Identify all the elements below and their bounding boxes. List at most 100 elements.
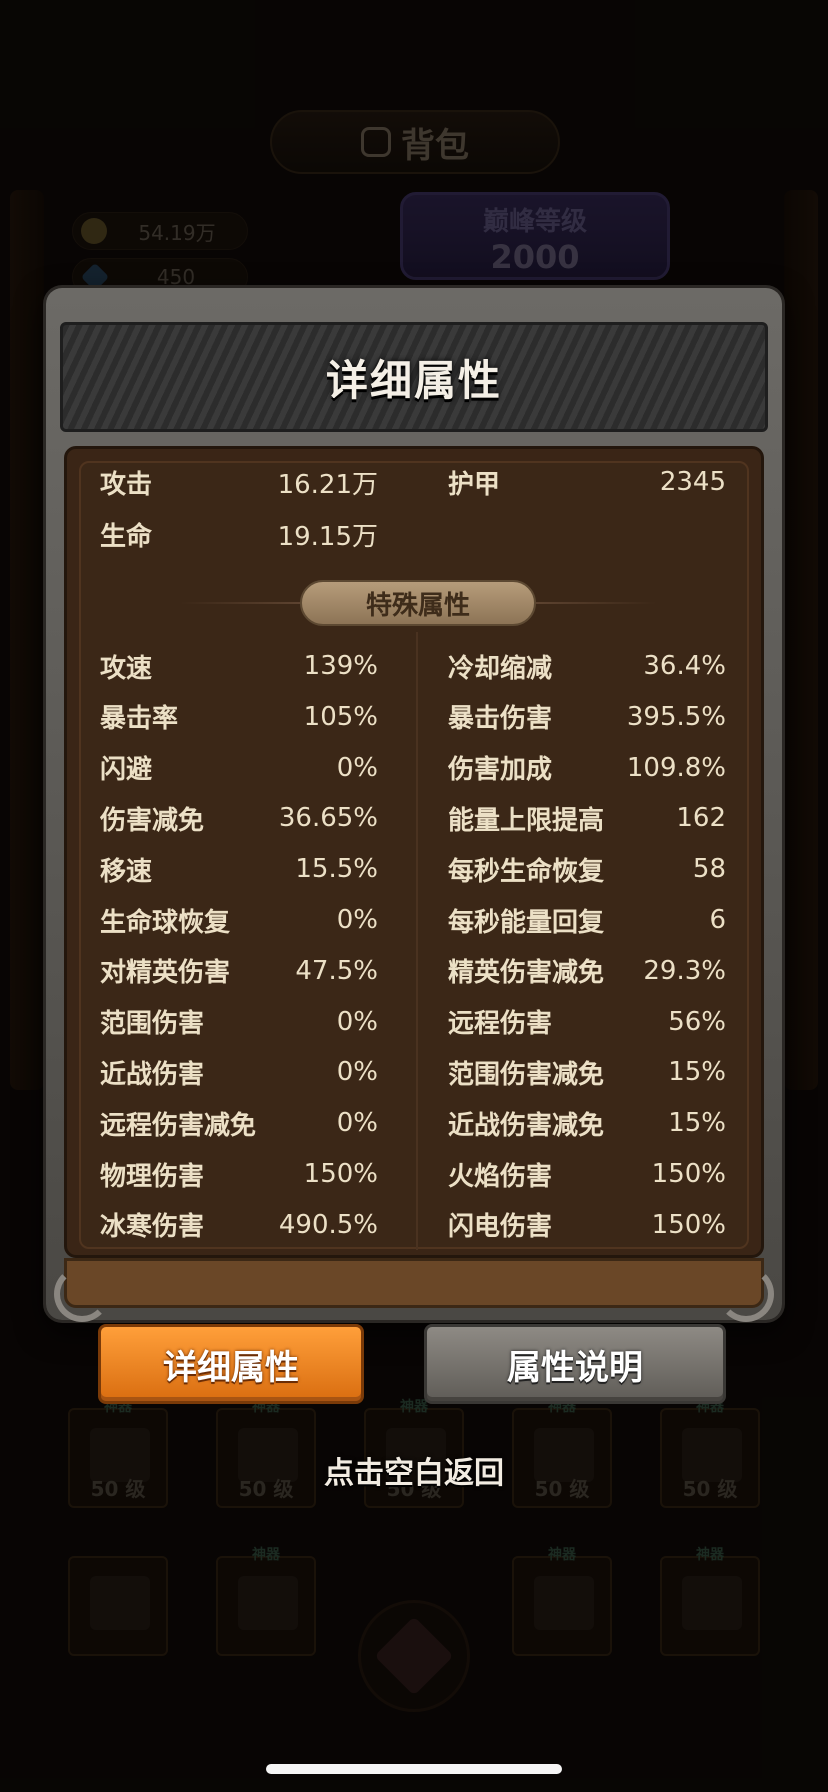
stat-value: 109.8% xyxy=(626,752,726,783)
stat-label: 物理伤害 xyxy=(100,1161,205,1192)
stat-value: 36.4% xyxy=(643,651,726,681)
stat-value: 47.5% xyxy=(295,955,378,986)
stat-value: 490.5% xyxy=(278,1209,378,1240)
stat-value: 0% xyxy=(336,752,378,783)
stat-value: 2345 xyxy=(659,467,726,497)
special-stat-row: 远程伤害减免 0% xyxy=(100,1103,378,1143)
special-stat-row: 冰寒伤害 490.5% xyxy=(100,1205,378,1245)
peak-level-value: 2000 xyxy=(490,238,580,276)
stat-value: 0% xyxy=(336,1057,378,1088)
frame-right-border xyxy=(784,190,818,1090)
stat-label: 闪电伤害 xyxy=(448,1212,553,1243)
stat-value: 19.15万 xyxy=(277,521,378,552)
peak-level-label: 巅峰等级 xyxy=(482,207,587,237)
peak-level-badge: 巅峰等级 2000 xyxy=(400,192,670,280)
item-slot[interactable] xyxy=(68,1556,168,1656)
special-stat-row: 火焰伤害 150% xyxy=(448,1154,726,1194)
stat-label: 冰寒伤害 xyxy=(100,1212,205,1243)
stat-value: 150% xyxy=(651,1209,726,1240)
stat-value: 36.65% xyxy=(278,803,378,834)
special-stat-row: 伤害减免 36.65% xyxy=(100,798,378,838)
tab-attribute-explanation[interactable]: 属性说明 xyxy=(424,1324,726,1404)
modal-title: 详细属性 xyxy=(325,355,502,405)
special-stat-row: 攻速 139% xyxy=(100,646,378,686)
item-slot[interactable]: 神器 xyxy=(660,1547,760,1656)
coin-icon xyxy=(81,218,107,244)
special-stat-row: 近战伤害 0% xyxy=(100,1052,378,1092)
stat-value: 0% xyxy=(336,905,378,935)
stat-label: 远程伤害 xyxy=(448,1009,553,1040)
stat-label: 火焰伤害 xyxy=(448,1161,553,1192)
stat-label: 近战伤害减免 xyxy=(448,1110,605,1141)
stat-value: 150% xyxy=(651,1159,726,1189)
item-tag: 神器 xyxy=(696,1547,724,1563)
book-icon xyxy=(682,1576,742,1630)
stat-value: 15.5% xyxy=(295,854,378,885)
special-stat-row: 精英伤害减免 29.3% xyxy=(448,951,726,991)
bag-icon xyxy=(361,127,391,157)
special-stat-row: 生命球恢复 0% xyxy=(100,900,378,940)
special-stat-row: 范围伤害减免 15% xyxy=(448,1052,726,1092)
stat-value: 162 xyxy=(676,803,726,834)
book-icon xyxy=(534,1576,594,1630)
special-stat-row: 范围伤害 0% xyxy=(100,1002,378,1042)
stat-label: 暴击伤害 xyxy=(448,704,553,735)
stat-label: 冷却缩减 xyxy=(448,653,553,684)
item-tag: 神器 xyxy=(548,1547,576,1563)
stat-label: 生命球恢复 xyxy=(100,907,231,938)
stat-value: 29.3% xyxy=(643,955,726,986)
special-stat-row: 物理伤害 150% xyxy=(100,1154,378,1194)
stat-label: 能量上限提高 xyxy=(448,805,605,836)
special-stat-row: 移速 15.5% xyxy=(100,849,378,889)
item-tag: 神器 xyxy=(252,1547,280,1563)
special-stat-row: 暴击率 105% xyxy=(100,697,378,737)
stat-value: 56% xyxy=(668,1006,726,1037)
special-stat-row: 闪电伤害 150% xyxy=(448,1205,726,1245)
stat-label: 范围伤害减免 xyxy=(448,1059,605,1090)
stat-label: 每秒能量回复 xyxy=(448,907,605,938)
corner-ornament-icon xyxy=(54,1266,110,1322)
stat-label: 精英伤害减免 xyxy=(448,958,605,989)
special-stat-row: 远程伤害 56% xyxy=(448,1002,726,1042)
stat-value: 58 xyxy=(692,854,726,885)
column-divider xyxy=(416,632,418,1250)
special-stat-row: 近战伤害减免 15% xyxy=(448,1103,726,1143)
special-stat-row: 每秒生命恢复 58 xyxy=(448,849,726,889)
stat-value: 395.5% xyxy=(626,701,726,732)
stat-attack: 攻击 16.21万 xyxy=(100,462,378,502)
stat-label: 对精英伤害 xyxy=(100,958,231,989)
special-attributes-title: 特殊属性 xyxy=(365,590,470,621)
stat-label: 护甲 xyxy=(448,469,501,500)
coin-counter: 54.19万 xyxy=(72,212,248,250)
special-stat-row: 冷却缩减 36.4% xyxy=(448,646,726,686)
armor-icon xyxy=(238,1576,298,1630)
stat-value: 150% xyxy=(303,1159,378,1189)
corner-ornament-icon xyxy=(718,1266,774,1322)
stat-label: 暴击率 xyxy=(100,704,179,735)
stat-label: 攻击 xyxy=(100,469,153,500)
special-stat-row: 对精英伤害 47.5% xyxy=(100,951,378,991)
panel-footer xyxy=(64,1258,764,1308)
stat-value: 15% xyxy=(668,1108,726,1139)
bag-title: 背包 xyxy=(401,125,469,166)
item-slot[interactable]: 神器 xyxy=(512,1547,612,1656)
stat-value: 15% xyxy=(668,1057,726,1088)
modal-header: 详细属性 xyxy=(60,322,768,432)
stat-value: 139% xyxy=(303,651,378,681)
bag-title-bar: 背包 xyxy=(270,110,560,174)
tap-blank-to-return-hint: 点击空白返回 xyxy=(324,1456,504,1491)
tab-detail-attributes[interactable]: 详细属性 xyxy=(98,1324,364,1404)
special-stat-row: 闪避 0% xyxy=(100,748,378,788)
divider-line xyxy=(180,602,300,604)
stat-hp: 生命 19.15万 xyxy=(100,514,378,554)
item-slot[interactable]: 神器 xyxy=(216,1547,316,1656)
stat-label: 远程伤害减免 xyxy=(100,1110,257,1141)
coin-value: 54.19万 xyxy=(138,220,216,245)
stat-value: 16.21万 xyxy=(277,469,378,500)
stat-label: 生命 xyxy=(100,521,153,552)
frame-left-border xyxy=(10,190,44,1090)
special-stat-row: 每秒能量回复 6 xyxy=(448,900,726,940)
special-stat-row: 伤害加成 109.8% xyxy=(448,748,726,788)
stat-label: 伤害加成 xyxy=(448,755,553,786)
special-stat-row: 能量上限提高 162 xyxy=(448,798,726,838)
